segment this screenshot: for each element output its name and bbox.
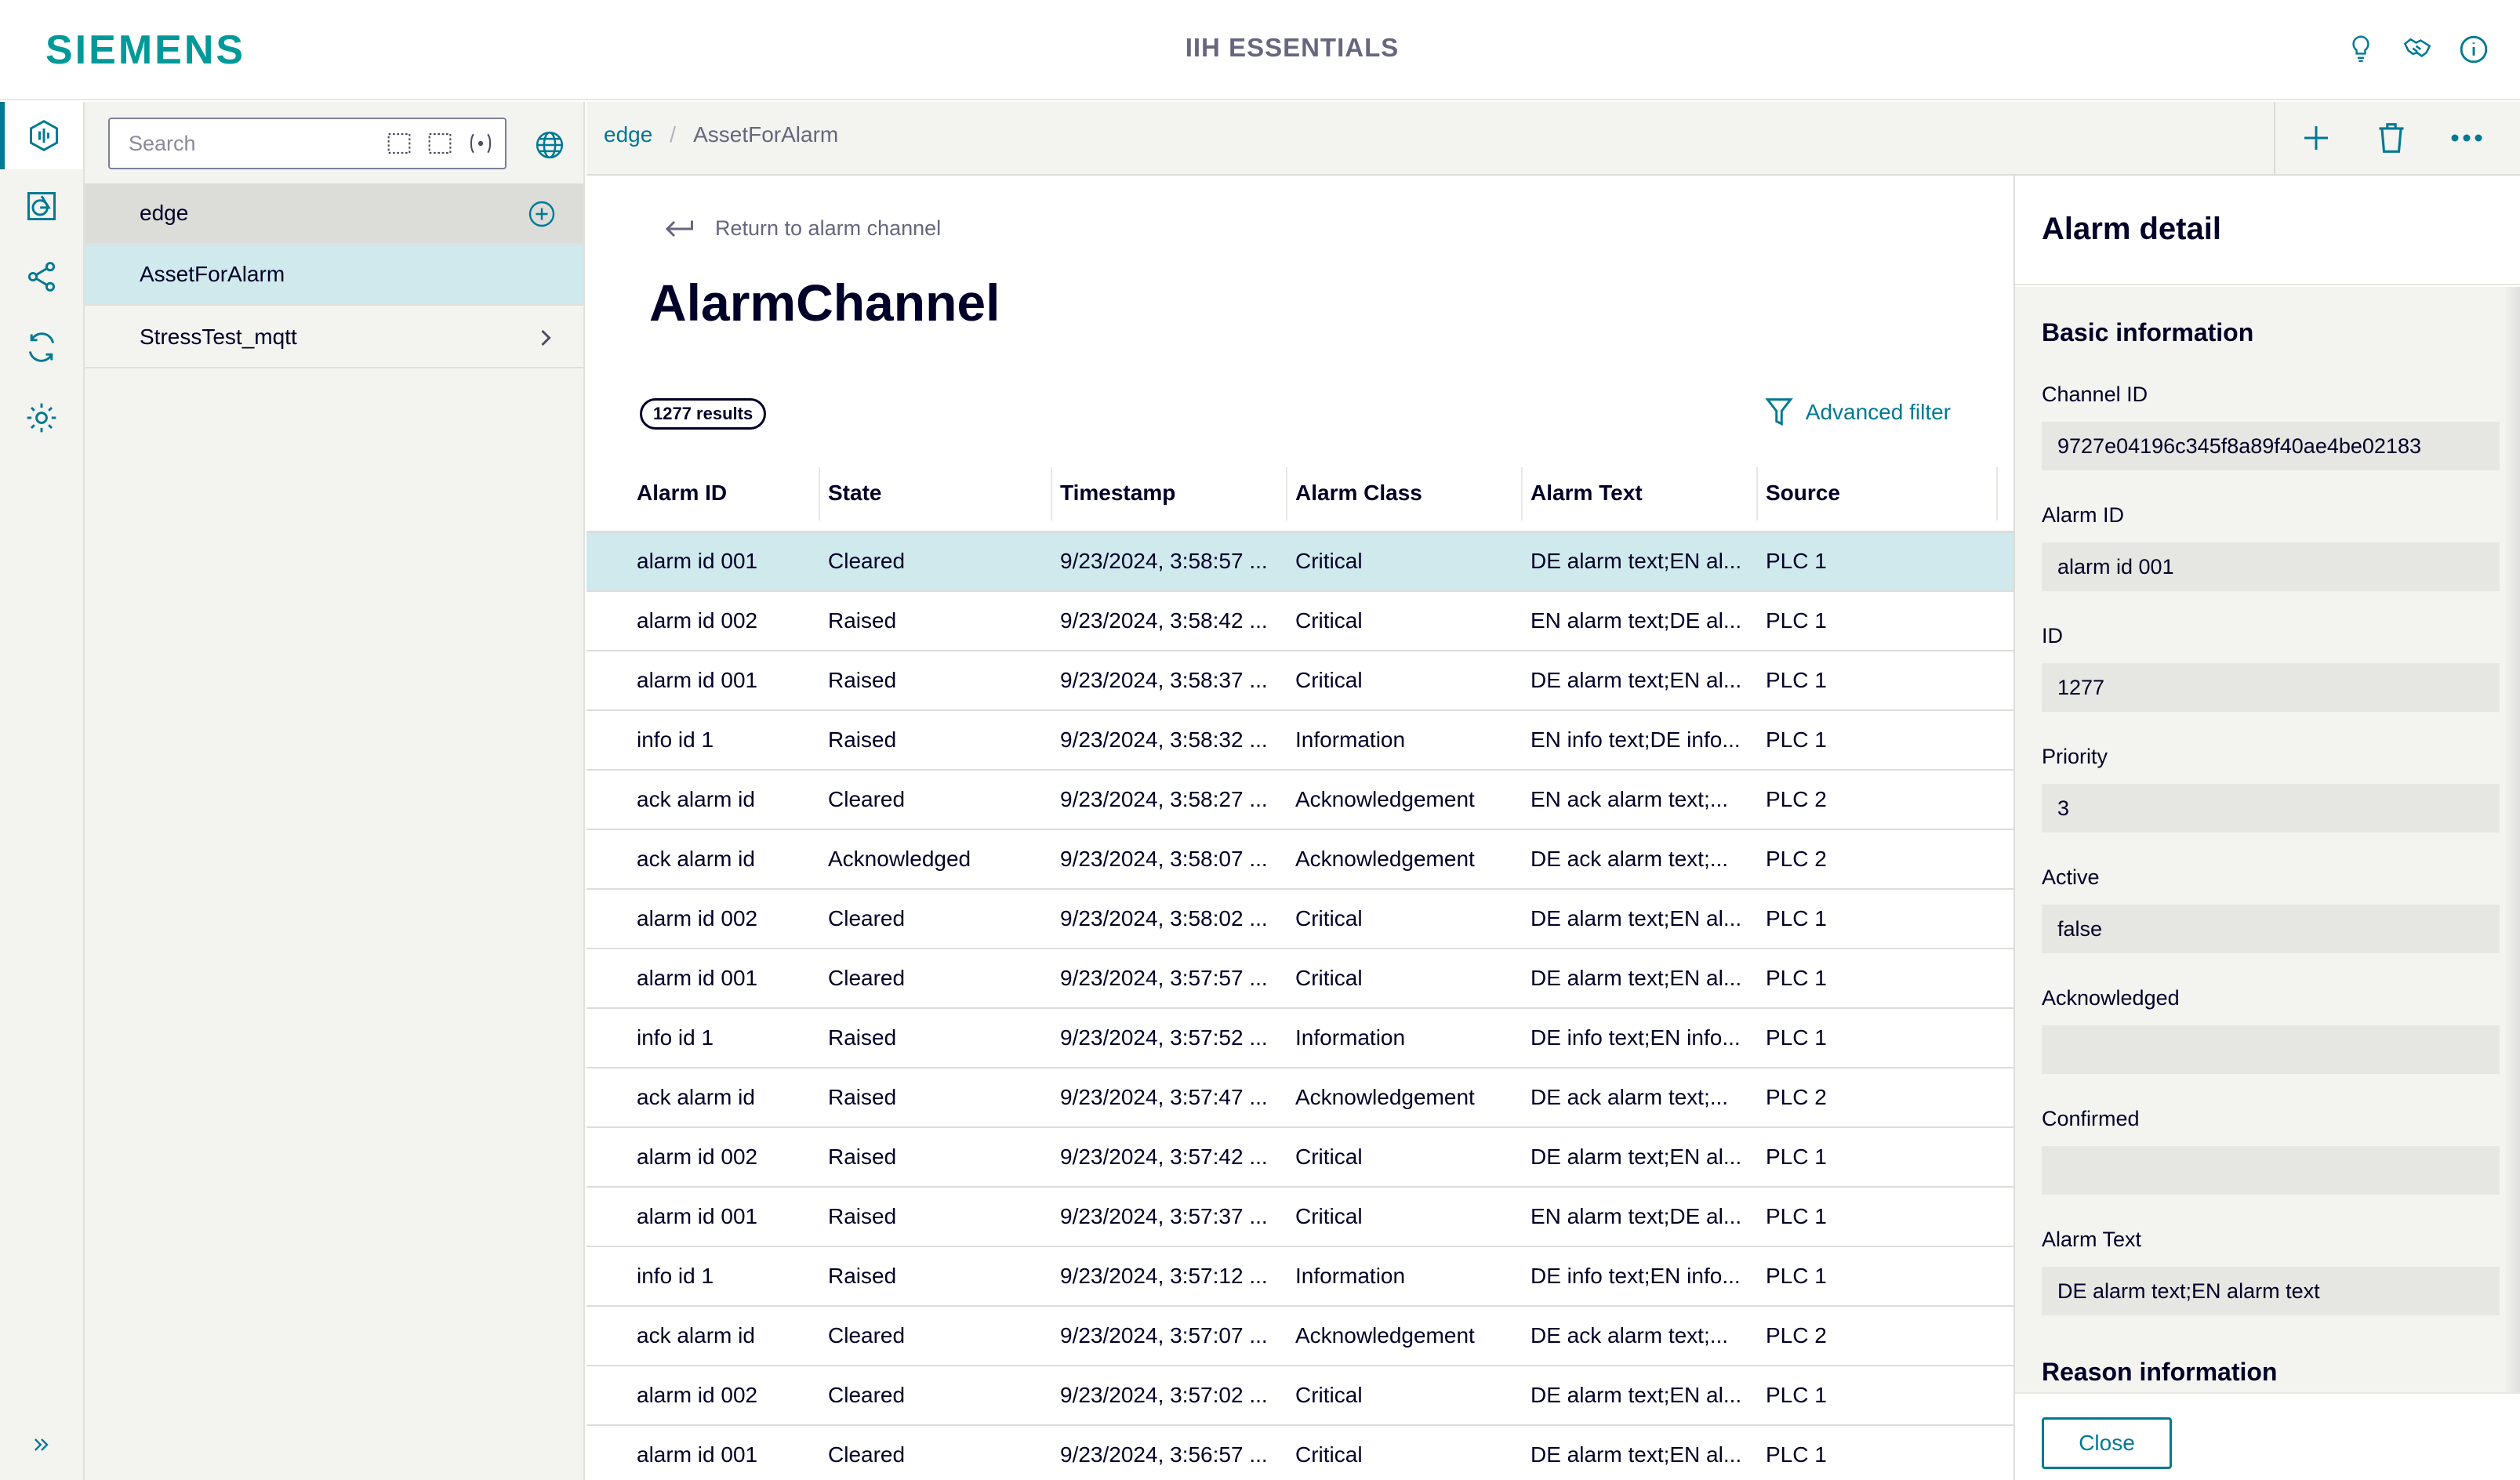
detail-body[interactable]: Basic information Channel ID 9727e04196c… bbox=[2015, 287, 2520, 1392]
siemens-logo: SIEMENS bbox=[45, 27, 246, 73]
table-row[interactable]: alarm id 002 Raised 9/23/2024, 3:57:42 ...… bbox=[586, 1127, 2013, 1188]
table-header-row: Alarm ID State Timestamp Alarm Class Ala… bbox=[586, 456, 2013, 533]
basic-information-title: Basic information bbox=[2042, 318, 2254, 346]
filter-icon bbox=[1765, 398, 1793, 426]
breadcrumb: edge / AssetForAlarm bbox=[604, 122, 838, 147]
nav-dashboard-icon[interactable] bbox=[0, 102, 83, 169]
alarm-id-value: alarm id 001 bbox=[2042, 542, 2500, 591]
table-row[interactable]: alarm id 002 Cleared 9/23/2024, 3:57:02 ..… bbox=[586, 1366, 2013, 1426]
alarm-channel-content: Return to alarm channel AlarmChannel 127… bbox=[586, 176, 2013, 1480]
tree-node-label: AssetForAlarm bbox=[140, 262, 285, 286]
column-header-source[interactable]: Source bbox=[1758, 456, 2013, 533]
active-value: false bbox=[2042, 905, 2500, 953]
add-circle-icon[interactable] bbox=[527, 199, 557, 229]
table-row[interactable]: alarm id 002 Raised 9/23/2024, 3:58:42 ...… bbox=[586, 591, 2013, 651]
collapse-right-icon[interactable] bbox=[425, 129, 455, 158]
globe-icon[interactable] bbox=[532, 127, 568, 163]
tree-node-label: edge bbox=[140, 201, 189, 225]
column-header-state[interactable]: State bbox=[820, 456, 1052, 533]
breadcrumb-actions bbox=[2294, 116, 2489, 160]
breadcrumb-assetforalarm: AssetForAlarm bbox=[693, 122, 839, 147]
nav-shapes-icon[interactable] bbox=[0, 172, 83, 240]
acknowledged-label: Acknowledged bbox=[2042, 986, 2180, 1010]
app-header: SIEMENS IIH ESSENTIALS bbox=[0, 0, 2520, 100]
lightbulb-icon[interactable] bbox=[2343, 31, 2379, 67]
alarm-id-label: Alarm ID bbox=[2042, 503, 2125, 527]
return-link[interactable]: Return to alarm channel bbox=[663, 216, 941, 241]
priority-label: Priority bbox=[2042, 745, 2108, 768]
breadcrumb-separator: / bbox=[670, 122, 677, 147]
info-icon[interactable] bbox=[2456, 31, 2492, 67]
nav-settings-icon[interactable] bbox=[0, 384, 83, 452]
return-label: Return to alarm channel bbox=[715, 216, 942, 240]
confirmed-value bbox=[2042, 1146, 2500, 1195]
collapse-left-icon[interactable] bbox=[384, 129, 414, 158]
id-value: 1277 bbox=[2042, 663, 2500, 712]
nav-sync-icon[interactable] bbox=[0, 314, 83, 381]
search-field bbox=[108, 118, 507, 169]
table-row[interactable]: info id 1 Raised 9/23/2024, 3:58:32 ... Inf… bbox=[586, 710, 2013, 771]
tree-node-label: StressTest_mqtt bbox=[140, 325, 297, 349]
nav-rail bbox=[0, 102, 85, 1480]
table-row[interactable]: alarm id 001 Cleared 9/23/2024, 3:57:57 ..… bbox=[586, 949, 2013, 1009]
handshake-icon[interactable] bbox=[2399, 31, 2435, 67]
page-title: AlarmChannel bbox=[649, 274, 1000, 332]
nav-share-icon[interactable] bbox=[0, 243, 83, 310]
table-row[interactable]: ack alarm id Cleared 9/23/2024, 3:57:07 ..… bbox=[586, 1306, 2013, 1366]
plus-icon[interactable] bbox=[2294, 116, 2338, 160]
table-row[interactable]: info id 1 Raised 9/23/2024, 3:57:52 ... Inf… bbox=[586, 1008, 2013, 1068]
acknowledged-value bbox=[2042, 1025, 2500, 1074]
more-icon[interactable] bbox=[2445, 116, 2489, 160]
channel-id-label: Channel ID bbox=[2042, 383, 2148, 406]
tree-node-assetforalarm[interactable]: AssetForAlarm bbox=[85, 245, 583, 306]
tree-node-edge[interactable]: edge bbox=[85, 183, 583, 245]
active-label: Active bbox=[2042, 865, 2100, 889]
detail-title: Alarm detail bbox=[2042, 212, 2221, 246]
table-row[interactable]: alarm id 001 Raised 9/23/2024, 3:57:37 ...… bbox=[586, 1187, 2013, 1247]
alarm-detail-panel: Alarm detail Basic information Channel I… bbox=[2013, 176, 2520, 1480]
priority-value: 3 bbox=[2042, 784, 2500, 832]
detail-footer: Close bbox=[2015, 1392, 2520, 1480]
breadcrumb-bar: edge / AssetForAlarm bbox=[586, 102, 2520, 176]
alarm-table: Alarm ID State Timestamp Alarm Class Ala… bbox=[586, 456, 2013, 1480]
search-tools bbox=[384, 129, 496, 158]
id-label: ID bbox=[2042, 624, 2063, 648]
table-row[interactable]: alarm id 001 Cleared 9/23/2024, 3:56:57 ..… bbox=[586, 1425, 2013, 1480]
channel-id-value: 9727e04196c345f8a89f40ae4be02183 bbox=[2042, 422, 2500, 470]
advanced-filter-button[interactable]: Advanced filter bbox=[1765, 397, 1951, 428]
column-header-timestamp[interactable]: Timestamp bbox=[1052, 456, 1287, 533]
double-chevron-right-icon[interactable] bbox=[0, 1417, 83, 1472]
alarm-text-label: Alarm Text bbox=[2042, 1228, 2142, 1251]
asset-tree-panel: edge AssetForAlarm StressTest_mqtt bbox=[85, 102, 585, 1480]
close-button[interactable]: Close bbox=[2042, 1417, 2172, 1469]
table-row[interactable]: ack alarm id Cleared 9/23/2024, 3:58:27 ..… bbox=[586, 770, 2013, 830]
column-header-alarm-class[interactable]: Alarm Class bbox=[1287, 456, 1523, 533]
chevron-right-icon[interactable] bbox=[536, 326, 555, 355]
scroll-shadow bbox=[2503, 287, 2520, 1392]
regex-icon[interactable] bbox=[466, 129, 496, 158]
trash-icon[interactable] bbox=[2369, 116, 2413, 160]
results-badge: 1277 results bbox=[640, 398, 767, 430]
confirmed-label: Confirmed bbox=[2042, 1107, 2140, 1130]
table-row[interactable]: info id 1 Raised 9/23/2024, 3:57:12 ... Inf… bbox=[586, 1246, 2013, 1307]
divider bbox=[2274, 102, 2275, 176]
alarm-text-value: DE alarm text;EN alarm text bbox=[2042, 1267, 2500, 1315]
table-row[interactable]: alarm id 001 Cleared 9/23/2024, 3:58:57 ..… bbox=[586, 531, 2013, 592]
return-arrow-icon bbox=[665, 220, 693, 237]
header-actions bbox=[2343, 31, 2492, 67]
breadcrumb-edge[interactable]: edge bbox=[604, 122, 652, 147]
advanced-filter-label: Advanced filter bbox=[1805, 400, 1951, 424]
table-row[interactable]: ack alarm id Acknowledged 9/23/2024, 3:58:… bbox=[586, 829, 2013, 890]
table-row[interactable]: alarm id 001 Raised 9/23/2024, 3:58:37 ...… bbox=[586, 651, 2013, 711]
column-header-alarm-text[interactable]: Alarm Text bbox=[1523, 456, 1758, 533]
table-row[interactable]: ack alarm id Raised 9/23/2024, 3:57:47 ...… bbox=[586, 1068, 2013, 1128]
app-title: IIH ESSENTIALS bbox=[1185, 33, 1400, 62]
reason-information-title: Reason information bbox=[2042, 1358, 2278, 1386]
search-input[interactable] bbox=[111, 121, 386, 166]
column-header-alarm-id[interactable]: Alarm ID bbox=[586, 456, 820, 533]
table-row[interactable]: alarm id 002 Cleared 9/23/2024, 3:58:02 ..… bbox=[586, 889, 2013, 949]
tree-node-stresstest[interactable]: StressTest_mqtt bbox=[85, 307, 583, 368]
detail-header: Alarm detail bbox=[2015, 176, 2520, 285]
